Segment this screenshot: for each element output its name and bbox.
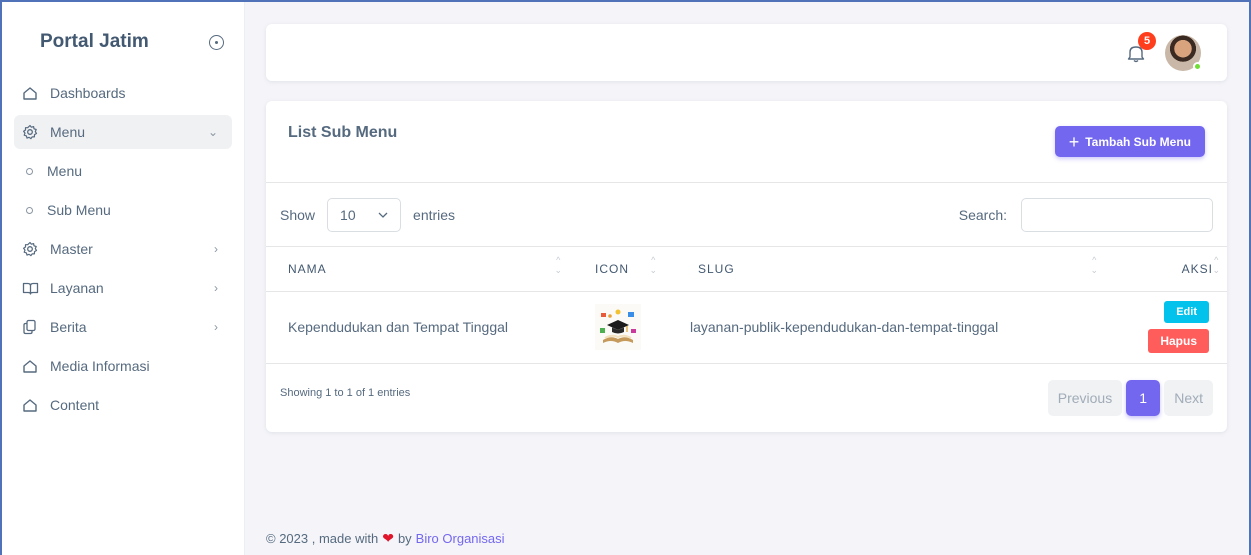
previous-page-button[interactable]: Previous — [1047, 379, 1123, 416]
sidebar-subitem-label: Menu — [47, 163, 83, 179]
sidebar-subitem-sub-menu[interactable]: Sub Menu — [14, 193, 232, 227]
sort-icon: ^ ⌄ — [649, 255, 658, 275]
delete-button[interactable]: Hapus — [1148, 329, 1209, 353]
page-size-value: 10 — [340, 206, 356, 223]
entries-label: entries — [413, 206, 456, 223]
app-frame: Portal Jatim Dashboards Menu ⌄ Menu Sub … — [0, 0, 1251, 555]
chevron-down-icon — [378, 212, 388, 218]
cell-icon — [581, 291, 676, 364]
gear-icon — [22, 124, 44, 140]
show-label: Show — [280, 206, 316, 223]
search-control: Search: — [958, 197, 1213, 232]
column-header-slug[interactable]: SLUG ^ ⌄ — [676, 247, 1117, 292]
chevron-down-icon: ⌄ — [207, 125, 218, 139]
cell-slug: layanan-publik-kependudukan-dan-tempat-t… — [676, 291, 1117, 364]
column-header-nama[interactable]: NAMA ^ ⌄ — [266, 247, 581, 292]
sidebar: Portal Jatim Dashboards Menu ⌄ Menu Sub … — [2, 2, 245, 555]
search-input[interactable] — [1021, 197, 1213, 232]
column-header-aksi[interactable]: AKSI ^ ⌄ — [1117, 247, 1227, 292]
sidebar-item-label: Menu — [50, 124, 86, 140]
table-controls: Show 10 entries Search: — [266, 183, 1227, 247]
bullet-icon — [26, 206, 33, 214]
sort-icon: ^ ⌄ — [1212, 255, 1221, 275]
card-header: List Sub Menu + Tambah Sub Menu — [266, 101, 1227, 183]
brand: Portal Jatim — [14, 2, 232, 82]
sort-icon: ^ ⌄ — [1090, 255, 1099, 275]
table-row: Kependudukan dan Tempat Tinggal layanan-… — [266, 291, 1227, 364]
notification-badge: 5 — [1138, 31, 1156, 50]
education-icon — [595, 304, 641, 350]
main-content: 5 List Sub Menu + Tambah Sub Menu Show 1… — [245, 2, 1249, 555]
online-status-indicator — [1193, 61, 1202, 71]
avatar[interactable] — [1165, 34, 1202, 71]
next-page-button[interactable]: Next — [1164, 379, 1213, 416]
copy-icon — [22, 319, 44, 335]
sub-menu-card: List Sub Menu + Tambah Sub Menu Show 10 … — [266, 101, 1227, 432]
sub-menu-table: NAMA ^ ⌄ ICON ^ ⌄ SLUG ^ ⌄ AKSI ^ ⌄ Kepe… — [266, 247, 1227, 364]
cell-nama: Kependudukan dan Tempat Tinggal — [266, 291, 581, 364]
sidebar-item-dashboards[interactable]: Dashboards — [14, 76, 232, 110]
chevron-right-icon: › — [214, 242, 218, 256]
plus-icon: + — [1068, 131, 1080, 152]
sidebar-item-label: Layanan — [50, 280, 104, 296]
top-navbar: 5 — [266, 24, 1227, 81]
chevron-right-icon: › — [214, 320, 218, 334]
home-icon — [22, 358, 44, 374]
sidebar-item-content[interactable]: Content — [14, 388, 232, 422]
gear-icon — [22, 241, 44, 257]
edit-button[interactable]: Edit — [1164, 301, 1209, 323]
sidebar-item-layanan[interactable]: Layanan › — [14, 271, 232, 305]
page-1-button[interactable]: 1 — [1126, 379, 1161, 416]
footer-link[interactable]: Biro Organisasi — [416, 531, 505, 546]
sidebar-toggle-icon[interactable] — [209, 34, 224, 50]
page-size-select[interactable]: 10 — [327, 197, 402, 232]
add-sub-menu-label: Tambah Sub Menu — [1085, 134, 1191, 149]
sidebar-item-berita[interactable]: Berita › — [14, 310, 232, 344]
column-header-icon[interactable]: ICON ^ ⌄ — [581, 247, 676, 292]
sidebar-item-label: Master — [50, 241, 93, 257]
table-header-row: NAMA ^ ⌄ ICON ^ ⌄ SLUG ^ ⌄ AKSI ^ ⌄ — [266, 247, 1227, 292]
sidebar-item-label: Berita — [50, 319, 87, 335]
search-label: Search: — [958, 206, 1007, 223]
sidebar-item-label: Dashboards — [50, 85, 126, 101]
home-icon — [22, 85, 44, 101]
sidebar-subitem-menu[interactable]: Menu — [14, 154, 232, 188]
pagination-info: Showing 1 to 1 of 1 entries — [280, 386, 411, 399]
sidebar-item-media-informasi[interactable]: Media Informasi — [14, 349, 232, 383]
heart-icon: ❤ — [382, 530, 394, 546]
sidebar-subitem-label: Sub Menu — [47, 202, 111, 218]
table-footer: Showing 1 to 1 of 1 entries Previous 1 N… — [266, 364, 1227, 432]
sidebar-item-label: Media Informasi — [50, 358, 150, 374]
cell-aksi: Edit Hapus — [1117, 291, 1227, 364]
page-footer: © 2023 , made with ❤ by Biro Organisasi — [266, 530, 505, 547]
footer-by: by — [397, 531, 412, 546]
sidebar-item-menu[interactable]: Menu ⌄ — [14, 115, 232, 149]
home-icon — [22, 397, 44, 413]
footer-text: © 2023 , made with — [266, 531, 379, 546]
add-sub-menu-button[interactable]: + Tambah Sub Menu — [1054, 126, 1205, 157]
bullet-icon — [26, 167, 33, 175]
sidebar-item-label: Content — [50, 397, 100, 413]
page-size-control: Show 10 entries — [280, 197, 456, 232]
pagination: Previous 1 Next — [1047, 379, 1213, 416]
brand-title[interactable]: Portal Jatim — [40, 31, 149, 53]
chevron-right-icon: › — [214, 281, 218, 295]
notification-button[interactable]: 5 — [1125, 31, 1156, 64]
sidebar-item-master[interactable]: Master › — [14, 232, 232, 266]
book-icon — [22, 280, 44, 296]
row-actions: Edit Hapus — [1139, 301, 1209, 353]
card-title: List Sub Menu — [288, 123, 398, 141]
sort-icon: ^ ⌄ — [554, 255, 563, 275]
